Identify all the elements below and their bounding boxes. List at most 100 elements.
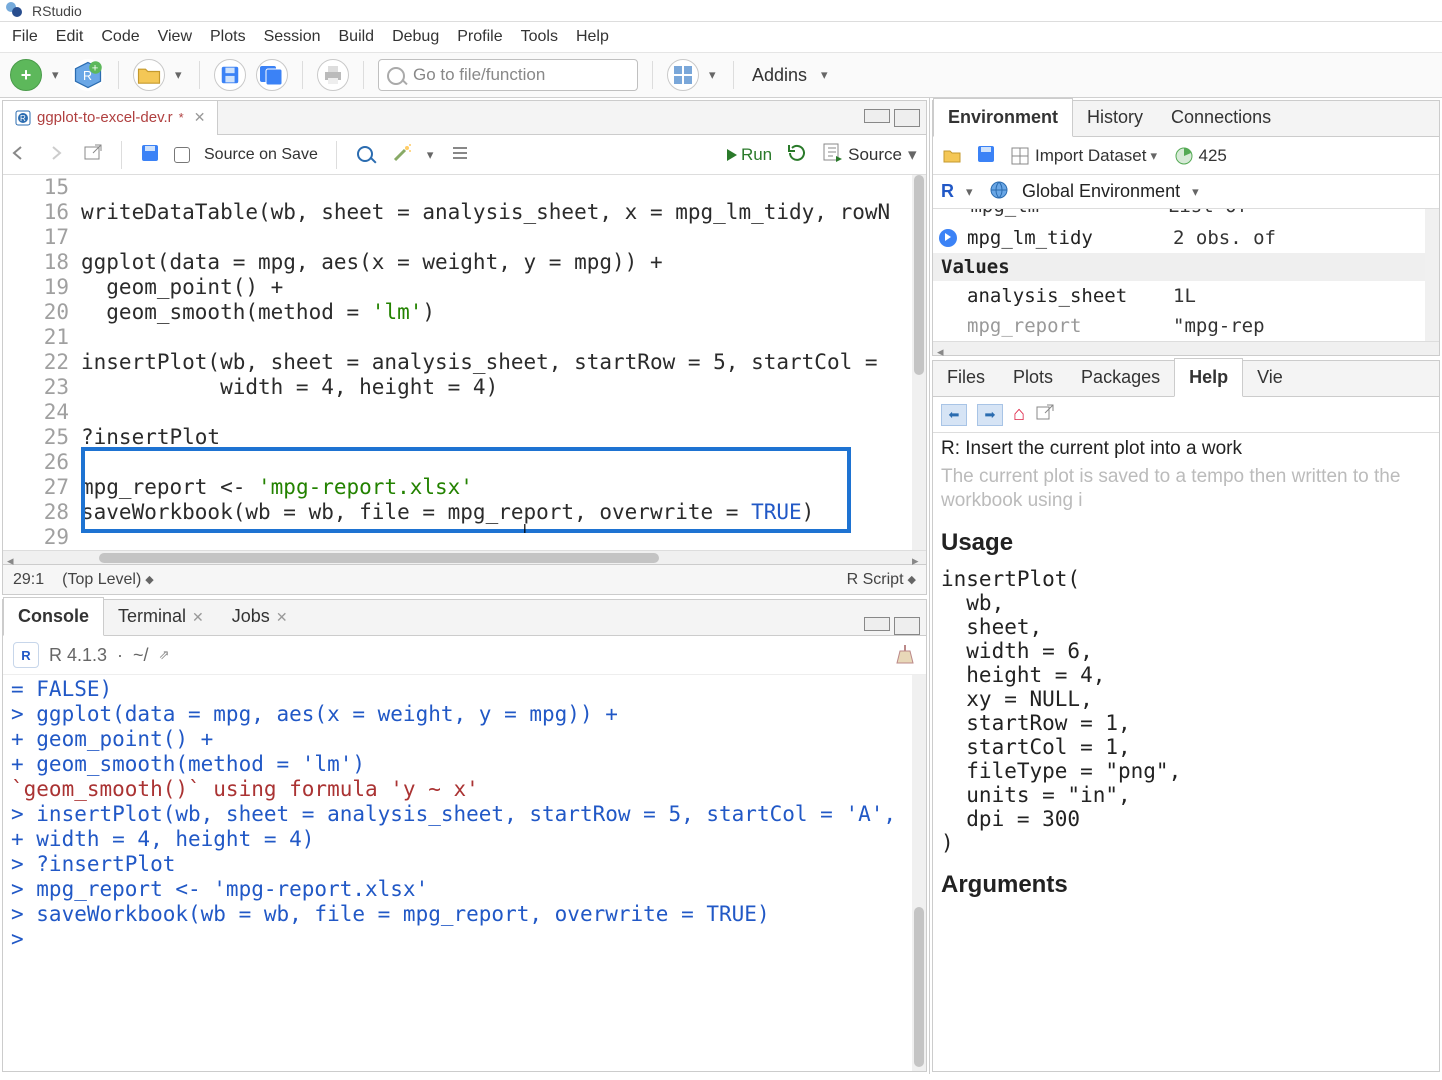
menu-edit[interactable]: Edit	[56, 28, 84, 46]
help-popout-button[interactable]	[1035, 403, 1055, 426]
source-tabstrip: R ggplot-to-excel-dev.r * ✕	[3, 101, 926, 135]
help-content[interactable]: R: Insert the current plot into a work T…	[933, 433, 1439, 1071]
save-workspace-button[interactable]	[975, 143, 997, 168]
menu-view[interactable]: View	[158, 28, 192, 46]
plots-tab[interactable]: Plots	[999, 359, 1067, 396]
code-tools-button[interactable]	[391, 142, 413, 167]
addins-menu[interactable]: Addins	[748, 65, 811, 86]
workspace-panes-dropdown-icon[interactable]: ▾	[709, 67, 719, 83]
help-tab[interactable]: Help	[1174, 358, 1243, 397]
save-all-button[interactable]	[256, 59, 288, 91]
new-file-dropdown-icon[interactable]: ▾	[52, 67, 62, 83]
menu-file[interactable]: File	[12, 28, 38, 46]
help-forward-button[interactable]: ➡	[977, 404, 1003, 426]
console-tab[interactable]: Console	[3, 597, 104, 636]
help-back-button[interactable]: ⬅	[941, 404, 967, 426]
source-tab[interactable]: R ggplot-to-excel-dev.r * ✕	[3, 101, 218, 135]
help-home-button[interactable]: ⌂	[1013, 403, 1025, 426]
maximize-pane-icon[interactable]	[894, 109, 920, 127]
env-row[interactable]: analysis_sheet1L	[933, 281, 1439, 311]
menu-code[interactable]: Code	[101, 28, 139, 46]
menu-debug[interactable]: Debug	[392, 28, 439, 46]
workspace-panes-button[interactable]	[667, 59, 699, 91]
code-area[interactable]: writeDataTable(wb, sheet = analysis_shee…	[81, 175, 926, 550]
menu-build[interactable]: Build	[339, 28, 375, 46]
source-button[interactable]: Source ▾	[822, 142, 918, 167]
rerun-button[interactable]	[786, 143, 808, 166]
menu-tools[interactable]: Tools	[521, 28, 558, 46]
save-button[interactable]	[214, 59, 246, 91]
env-row-partial[interactable]: mpg_lm List of	[959, 209, 1248, 217]
environment-pane: Environment History Connections Import D…	[932, 100, 1440, 356]
env-horizontal-scrollbar[interactable]: ◂	[933, 341, 1439, 355]
console-output[interactable]: = FALSE)> ggplot(data = mpg, aes(x = wei…	[3, 675, 926, 1071]
environment-listing[interactable]: mpg_lm List of mpg_lm_tidy2 obs. ofValue…	[933, 209, 1439, 341]
menu-session[interactable]: Session	[264, 28, 321, 46]
environment-scope-label[interactable]: Global Environment	[1022, 181, 1180, 202]
jobs-tab[interactable]: Jobs✕	[218, 598, 302, 635]
open-file-button[interactable]	[133, 59, 165, 91]
nav-forward-button[interactable]	[47, 144, 69, 165]
import-dataset-button[interactable]: Import Dataset ▾	[1009, 145, 1161, 167]
env-vertical-scrollbar[interactable]	[1425, 209, 1439, 341]
show-in-new-window-button[interactable]	[83, 143, 103, 166]
clear-console-button[interactable]	[894, 643, 916, 668]
help-tabstrip: Files Plots Packages Help Vie	[933, 361, 1439, 397]
close-icon[interactable]: ✕	[276, 609, 288, 625]
source-editor[interactable]: 151617181920212223242526272829 writeData…	[3, 175, 926, 550]
toolbar-separator	[118, 61, 119, 89]
terminal-tab[interactable]: Terminal✕	[104, 598, 218, 635]
console-vertical-scrollbar[interactable]	[912, 675, 926, 1071]
compile-report-button[interactable]	[451, 144, 471, 165]
new-file-button[interactable]	[10, 59, 42, 91]
language-selector[interactable]: R Script	[847, 571, 904, 589]
close-icon[interactable]: ✕	[192, 609, 204, 625]
memory-value: 425	[1199, 146, 1227, 166]
print-button[interactable]	[317, 59, 349, 91]
dropdown-icon[interactable]: ▾	[1151, 148, 1161, 164]
nav-back-button[interactable]	[11, 144, 33, 165]
source-vertical-scrollbar[interactable]	[912, 175, 926, 550]
memory-usage[interactable]: 425	[1173, 145, 1227, 167]
source-horizontal-scrollbar[interactable]: ◂▸	[3, 550, 926, 564]
viewer-tab[interactable]: Vie	[1243, 359, 1297, 396]
files-tab[interactable]: Files	[933, 359, 999, 396]
menu-help[interactable]: Help	[576, 28, 609, 46]
minimize-pane-icon[interactable]	[864, 617, 890, 631]
addins-dropdown-icon[interactable]: ▾	[821, 67, 831, 83]
find-replace-button[interactable]	[355, 144, 377, 166]
close-tab-icon[interactable]: ✕	[194, 109, 206, 126]
connections-tab[interactable]: Connections	[1157, 99, 1285, 136]
r-language-chip[interactable]: R	[941, 181, 954, 202]
dropdown-icon[interactable]: ▾	[1192, 184, 1202, 200]
environment-tab[interactable]: Environment	[933, 98, 1073, 137]
code-tools-dropdown-icon[interactable]: ▾	[427, 147, 437, 163]
run-button[interactable]: Run	[727, 145, 772, 165]
source-on-save-checkbox[interactable]	[174, 147, 190, 163]
open-recent-dropdown-icon[interactable]: ▾	[175, 67, 185, 83]
usage-code: insertPlot( wb, sheet, width = 6, height…	[941, 567, 1431, 855]
menu-plots[interactable]: Plots	[210, 28, 246, 46]
save-source-button[interactable]	[140, 143, 160, 166]
packages-tab[interactable]: Packages	[1067, 359, 1174, 396]
goto-file-function-input[interactable]: Go to file/function	[378, 59, 638, 91]
console-cwd[interactable]: ~/	[133, 645, 149, 666]
env-row[interactable]: mpg_report"mpg-rep	[933, 311, 1439, 341]
scope-selector[interactable]: (Top Level)	[62, 571, 141, 589]
cursor-position: 29:1	[13, 571, 44, 589]
env-section-values: Values	[933, 253, 1439, 281]
line-number-gutter: 151617181920212223242526272829	[3, 175, 81, 550]
dropdown-icon[interactable]: ▾	[966, 184, 976, 200]
maximize-pane-icon[interactable]	[894, 617, 920, 635]
open-cwd-icon[interactable]: ⇗	[159, 647, 170, 663]
minimize-pane-icon[interactable]	[864, 109, 890, 123]
text-cursor-icon: I	[523, 521, 537, 541]
left-column: R ggplot-to-excel-dev.r * ✕ Source	[0, 98, 930, 1074]
env-row[interactable]: mpg_lm_tidy2 obs. of	[933, 223, 1439, 253]
new-project-button[interactable]: R+	[72, 59, 104, 91]
source-pane: R ggplot-to-excel-dev.r * ✕ Source	[2, 100, 927, 595]
menu-profile[interactable]: Profile	[457, 28, 502, 46]
history-tab[interactable]: History	[1073, 99, 1157, 136]
load-workspace-button[interactable]	[941, 143, 963, 168]
source-dropdown-icon[interactable]: ▾	[908, 145, 918, 165]
